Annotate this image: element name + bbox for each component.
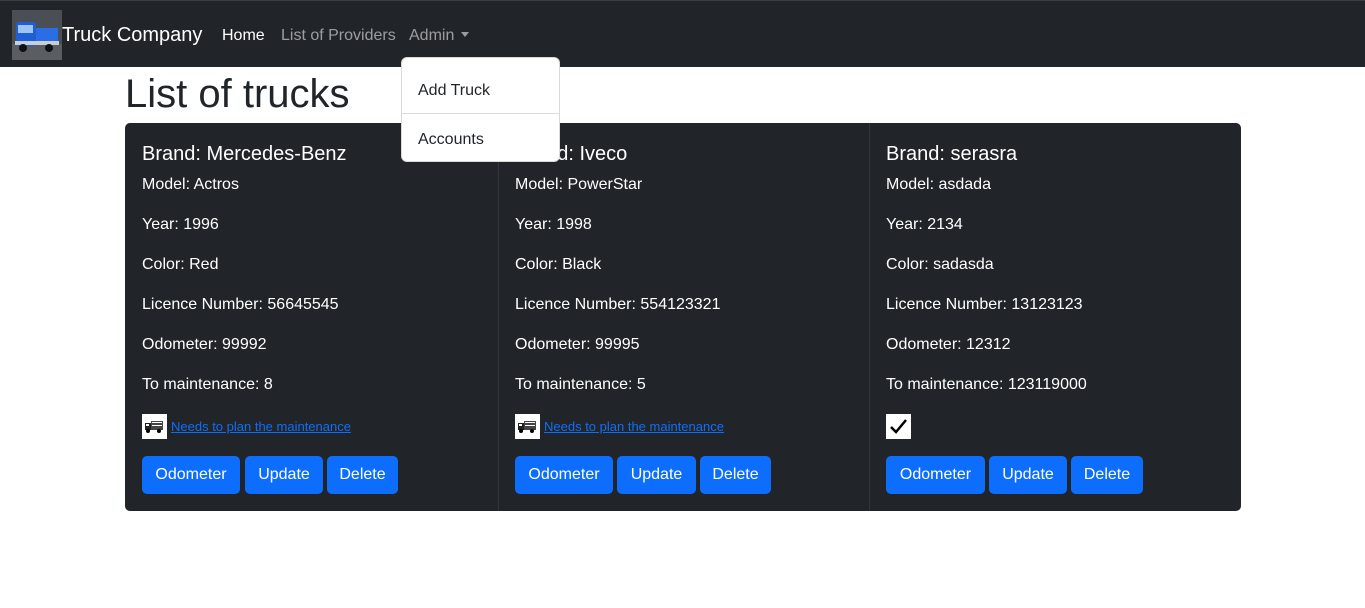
truck-color: Color: Black <box>515 256 601 274</box>
maintenance-label: To maintenance: <box>886 376 1008 393</box>
year-label: Year: <box>515 216 557 233</box>
year-value: 1998 <box>556 216 592 233</box>
nav-admin-label: Admin <box>409 27 455 44</box>
delete-button[interactable]: Delete <box>327 456 398 494</box>
truck-licence: Licence Number: 56645545 <box>142 296 339 314</box>
year-label: Year: <box>142 216 184 233</box>
navbar: Truck Company Home List of Providers Adm… <box>0 0 1365 67</box>
maintenance-status: Needs to plan the maintenance <box>142 414 351 439</box>
licence-value: 56645545 <box>267 296 339 313</box>
truck-model: Model: asdada <box>886 176 991 194</box>
dropdown-item-accounts[interactable]: Accounts <box>402 131 559 149</box>
truck-card: Brand: Iveco Model: PowerStar Year: 1998… <box>498 123 869 511</box>
maintenance-label: To maintenance: <box>142 376 264 393</box>
licence-label: Licence Number: <box>142 296 268 313</box>
maintenance-value: 123119000 <box>1007 376 1087 393</box>
model-value: Actros <box>193 176 239 193</box>
truck-card: Brand: serasra Model: asdada Year: 2134 … <box>869 123 1241 511</box>
color-label: Color: <box>515 256 563 273</box>
year-label: Year: <box>886 216 928 233</box>
model-value: PowerStar <box>567 176 643 193</box>
odometer-value: 12312 <box>966 336 1011 353</box>
brand-label: Brand: <box>142 143 207 165</box>
delete-button[interactable]: Delete <box>700 456 771 494</box>
truck-maintenance-icon <box>515 414 540 439</box>
year-value: 2134 <box>927 216 963 233</box>
brand-link[interactable]: Truck Company <box>62 24 202 47</box>
truck-odometer: Odometer: 99995 <box>515 336 640 354</box>
color-value: sadasda <box>933 256 994 273</box>
update-button[interactable]: Update <box>617 456 696 494</box>
odometer-button[interactable]: Odometer <box>515 456 613 494</box>
brand-label: Brand: <box>886 143 951 165</box>
truck-maintenance: To maintenance: 123119000 <box>886 376 1087 394</box>
odometer-value: 99992 <box>222 336 267 353</box>
truck-odometer: Odometer: 99992 <box>142 336 267 354</box>
truck-odometer: Odometer: 12312 <box>886 336 1011 354</box>
model-label: Model: <box>515 176 568 193</box>
nav-list-of-providers[interactable]: List of Providers <box>281 27 396 45</box>
color-label: Color: <box>886 256 934 273</box>
page-title: List of trucks <box>125 72 350 116</box>
nav-home[interactable]: Home <box>222 27 265 45</box>
delete-button[interactable]: Delete <box>1071 456 1143 494</box>
plan-maintenance-link[interactable]: Needs to plan the maintenance <box>544 419 724 434</box>
caret-down-icon <box>461 32 470 37</box>
maintenance-status: Needs to plan the maintenance <box>515 414 724 439</box>
plan-maintenance-link[interactable]: Needs to plan the maintenance <box>171 419 351 434</box>
color-value: Black <box>562 256 602 273</box>
maintenance-status <box>886 414 911 439</box>
nav-admin-dropdown[interactable]: Admin <box>409 27 470 45</box>
update-button[interactable]: Update <box>989 456 1067 494</box>
truck-model: Model: PowerStar <box>515 176 642 194</box>
admin-dropdown-menu: Add Truck Accounts <box>401 57 560 162</box>
truck-maintenance-icon <box>142 414 167 439</box>
color-value: Red <box>189 256 219 273</box>
odometer-label: Odometer: <box>142 336 223 353</box>
maintenance-value: 8 <box>263 376 273 393</box>
truck-licence: Licence Number: 13123123 <box>886 296 1083 314</box>
color-label: Color: <box>142 256 190 273</box>
checkmark-icon <box>886 414 911 439</box>
maintenance-label: To maintenance: <box>515 376 637 393</box>
maintenance-value: 5 <box>636 376 646 393</box>
truck-year: Year: 1996 <box>142 216 219 234</box>
model-label: Model: <box>142 176 194 193</box>
truck-color: Color: sadasda <box>886 256 994 274</box>
odometer-value: 99995 <box>595 336 640 353</box>
truck-brand: Brand: Mercedes-Benz <box>142 143 347 166</box>
odometer-button[interactable]: Odometer <box>886 456 985 494</box>
licence-value: 13123123 <box>1011 296 1083 313</box>
truck-maintenance: To maintenance: 8 <box>142 376 273 394</box>
model-label: Model: <box>886 176 939 193</box>
odometer-button[interactable]: Odometer <box>142 456 240 494</box>
truck-model: Model: Actros <box>142 176 239 194</box>
truck-card: Brand: Mercedes-Benz Model: Actros Year:… <box>125 123 498 511</box>
truck-year: Year: 2134 <box>886 216 963 234</box>
truck-color: Color: Red <box>142 256 218 274</box>
truck-brand: Brand: serasra <box>886 143 1017 166</box>
update-button[interactable]: Update <box>245 456 323 494</box>
truck-maintenance: To maintenance: 5 <box>515 376 646 394</box>
dropdown-item-add-truck[interactable]: Add Truck <box>402 82 559 100</box>
odometer-label: Odometer: <box>515 336 596 353</box>
licence-label: Licence Number: <box>886 296 1012 313</box>
brand-value: serasra <box>950 143 1018 165</box>
brand-value: Mercedes-Benz <box>206 143 347 165</box>
truck-licence: Licence Number: 554123321 <box>515 296 720 314</box>
odometer-label: Odometer: <box>886 336 967 353</box>
truck-card-group: Brand: Mercedes-Benz Model: Actros Year:… <box>125 123 1241 511</box>
brand-value: Iveco <box>579 143 628 165</box>
licence-value: 554123321 <box>640 296 721 313</box>
licence-label: Licence Number: <box>515 296 641 313</box>
year-value: 1996 <box>183 216 219 233</box>
truck-logo-image[interactable] <box>12 10 62 60</box>
dropdown-divider <box>402 113 559 114</box>
model-value: asdada <box>938 176 991 193</box>
truck-year: Year: 1998 <box>515 216 592 234</box>
